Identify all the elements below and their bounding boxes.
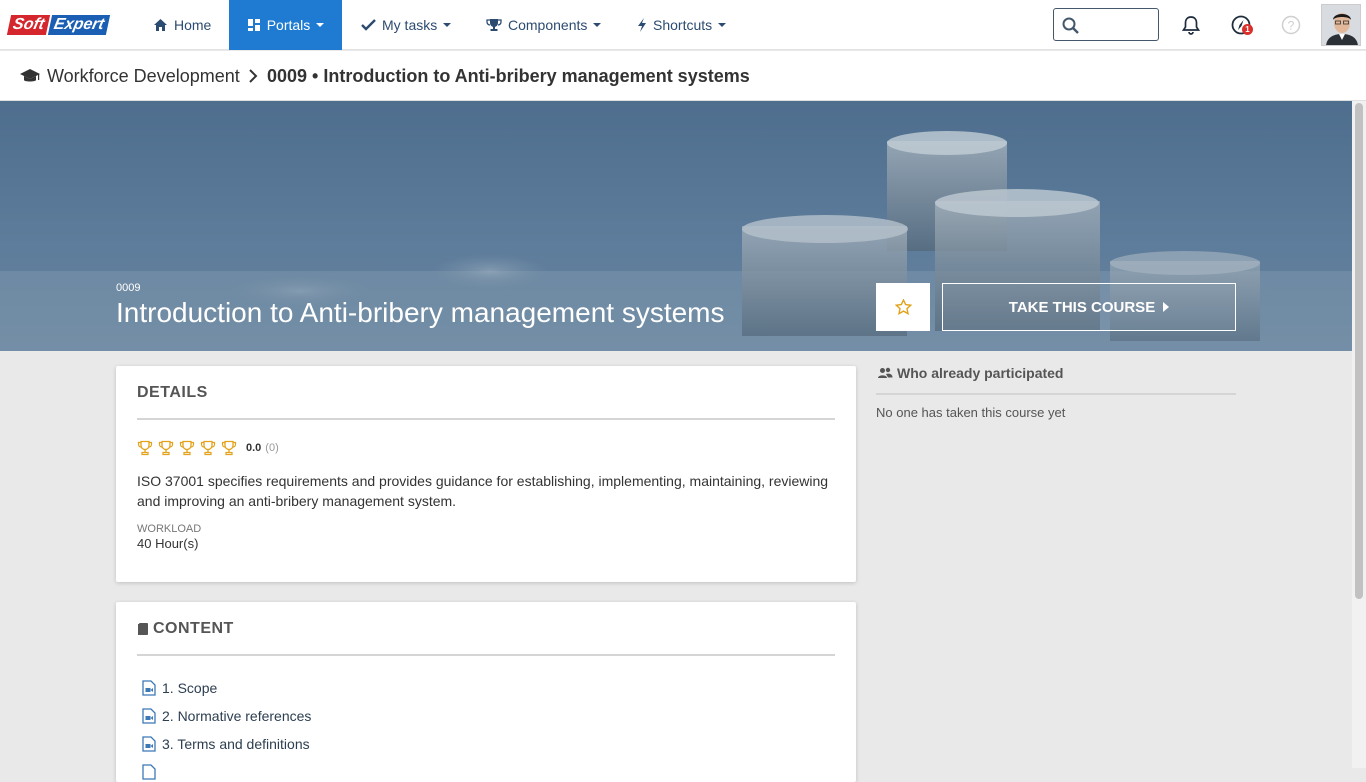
course-banner: 0009 Introduction to Anti-bribery manage… bbox=[0, 101, 1352, 351]
nav-home-label: Home bbox=[174, 17, 212, 33]
trophy-icon[interactable] bbox=[221, 440, 237, 456]
rating-value: 0.0 bbox=[246, 442, 262, 454]
svg-text:?: ? bbox=[1288, 19, 1295, 33]
page-scrollbar[interactable] bbox=[1352, 101, 1366, 768]
portals-icon bbox=[247, 18, 261, 32]
rating-trophies[interactable]: 0.0 (0) bbox=[137, 440, 279, 456]
trophy-icon[interactable] bbox=[137, 440, 153, 456]
rating-count: (0) bbox=[265, 442, 279, 454]
breadcrumb-parent-link[interactable]: Workforce Development bbox=[47, 66, 240, 87]
nav-portals[interactable]: Portals bbox=[229, 0, 342, 50]
content-item-partial[interactable] bbox=[142, 764, 162, 780]
breadcrumb-current: 0009 • Introduction to Anti-bribery mana… bbox=[267, 66, 750, 86]
nav-home[interactable]: Home bbox=[153, 0, 211, 50]
course-description: ISO 37001 specifies requirements and pro… bbox=[137, 473, 829, 509]
participants-empty-text: No one has taken this course yet bbox=[876, 405, 1066, 420]
content-item[interactable]: 3. Terms and definitions bbox=[142, 736, 310, 752]
home-icon bbox=[153, 18, 168, 32]
nav-components-label: Components bbox=[508, 17, 588, 33]
trophy-icon[interactable] bbox=[158, 440, 174, 456]
nav-shortcuts[interactable]: Shortcuts bbox=[637, 0, 727, 50]
workload-label: WORKLOAD bbox=[137, 523, 202, 535]
nav-portals-label: Portals bbox=[266, 17, 311, 33]
graduation-cap-icon bbox=[20, 69, 40, 82]
participants-heading-wrap: Who already participated bbox=[877, 365, 1063, 381]
logo-soft-text: Soft bbox=[6, 15, 51, 35]
take-course-button[interactable]: TAKE THIS COURSE bbox=[942, 283, 1236, 331]
video-file-icon bbox=[142, 736, 156, 752]
tasks-indicator-button[interactable]: 1 bbox=[1230, 14, 1253, 36]
notifications-button[interactable] bbox=[1180, 14, 1202, 36]
trophy-icon[interactable] bbox=[200, 440, 216, 456]
notification-badge: 1 bbox=[1242, 24, 1253, 35]
softexpert-logo[interactable]: Soft Expert bbox=[6, 15, 111, 37]
chevron-down-icon bbox=[316, 23, 325, 27]
details-divider bbox=[137, 418, 835, 420]
content-heading-wrap: CONTENT bbox=[137, 620, 234, 638]
search-input[interactable] bbox=[1082, 13, 1158, 37]
content-item[interactable]: 2. Normative references bbox=[142, 708, 311, 724]
trophy-icon[interactable] bbox=[179, 440, 195, 456]
workload-value: 40 Hour(s) bbox=[137, 536, 199, 551]
nav-components[interactable]: Components bbox=[486, 0, 602, 50]
help-button[interactable]: ? bbox=[1280, 14, 1302, 36]
nav-my-tasks-label: My tasks bbox=[382, 17, 438, 33]
favorite-button[interactable] bbox=[876, 283, 930, 331]
content-heading: CONTENT bbox=[153, 620, 234, 637]
trophy-icon bbox=[486, 18, 502, 32]
content-card: CONTENT 1. Scope 2. Normative references… bbox=[116, 602, 856, 782]
participants-heading: Who already participated bbox=[897, 365, 1064, 381]
chevron-down-icon bbox=[718, 23, 727, 27]
book-icon bbox=[138, 623, 148, 635]
content-item-label: 2. Normative references bbox=[162, 708, 312, 724]
play-icon bbox=[1163, 302, 1170, 312]
chevron-down-icon bbox=[443, 23, 452, 27]
video-file-icon bbox=[142, 708, 156, 724]
breadcrumb: Workforce Development 0009 • Introductio… bbox=[0, 51, 1366, 101]
content-item-label: 1. Scope bbox=[162, 680, 218, 696]
user-avatar[interactable] bbox=[1321, 4, 1361, 46]
course-code: 0009 bbox=[116, 282, 141, 294]
chevron-right-icon bbox=[249, 69, 258, 83]
scrollbar-thumb[interactable] bbox=[1355, 103, 1363, 599]
check-icon bbox=[361, 19, 376, 31]
participants-divider bbox=[876, 393, 1236, 395]
video-file-icon bbox=[142, 680, 156, 696]
course-title: Introduction to Anti-bribery management … bbox=[116, 297, 725, 328]
users-icon bbox=[878, 367, 893, 378]
bell-icon bbox=[1182, 16, 1200, 35]
search-box[interactable] bbox=[1053, 8, 1159, 41]
nav-shortcuts-label: Shortcuts bbox=[653, 17, 713, 33]
details-heading: DETAILS bbox=[137, 384, 208, 401]
nav-my-tasks[interactable]: My tasks bbox=[361, 0, 452, 50]
search-icon bbox=[1062, 17, 1079, 34]
logo-expert-text: Expert bbox=[47, 15, 111, 35]
video-file-icon bbox=[142, 764, 156, 780]
help-icon: ? bbox=[1281, 15, 1301, 35]
content-item[interactable]: 1. Scope bbox=[142, 680, 217, 696]
bolt-icon bbox=[637, 18, 647, 32]
take-course-label: TAKE THIS COURSE bbox=[1008, 298, 1156, 316]
details-card: DETAILS 0.0 (0) ISO 37001 specifies requ… bbox=[116, 366, 856, 582]
chevron-down-icon bbox=[593, 23, 602, 27]
top-navbar: Soft Expert Home Portals My tasks Compon… bbox=[0, 0, 1366, 50]
user-photo bbox=[1322, 5, 1360, 45]
content-divider bbox=[137, 654, 835, 656]
star-icon bbox=[894, 299, 912, 315]
content-item-label: 3. Terms and definitions bbox=[162, 736, 310, 752]
